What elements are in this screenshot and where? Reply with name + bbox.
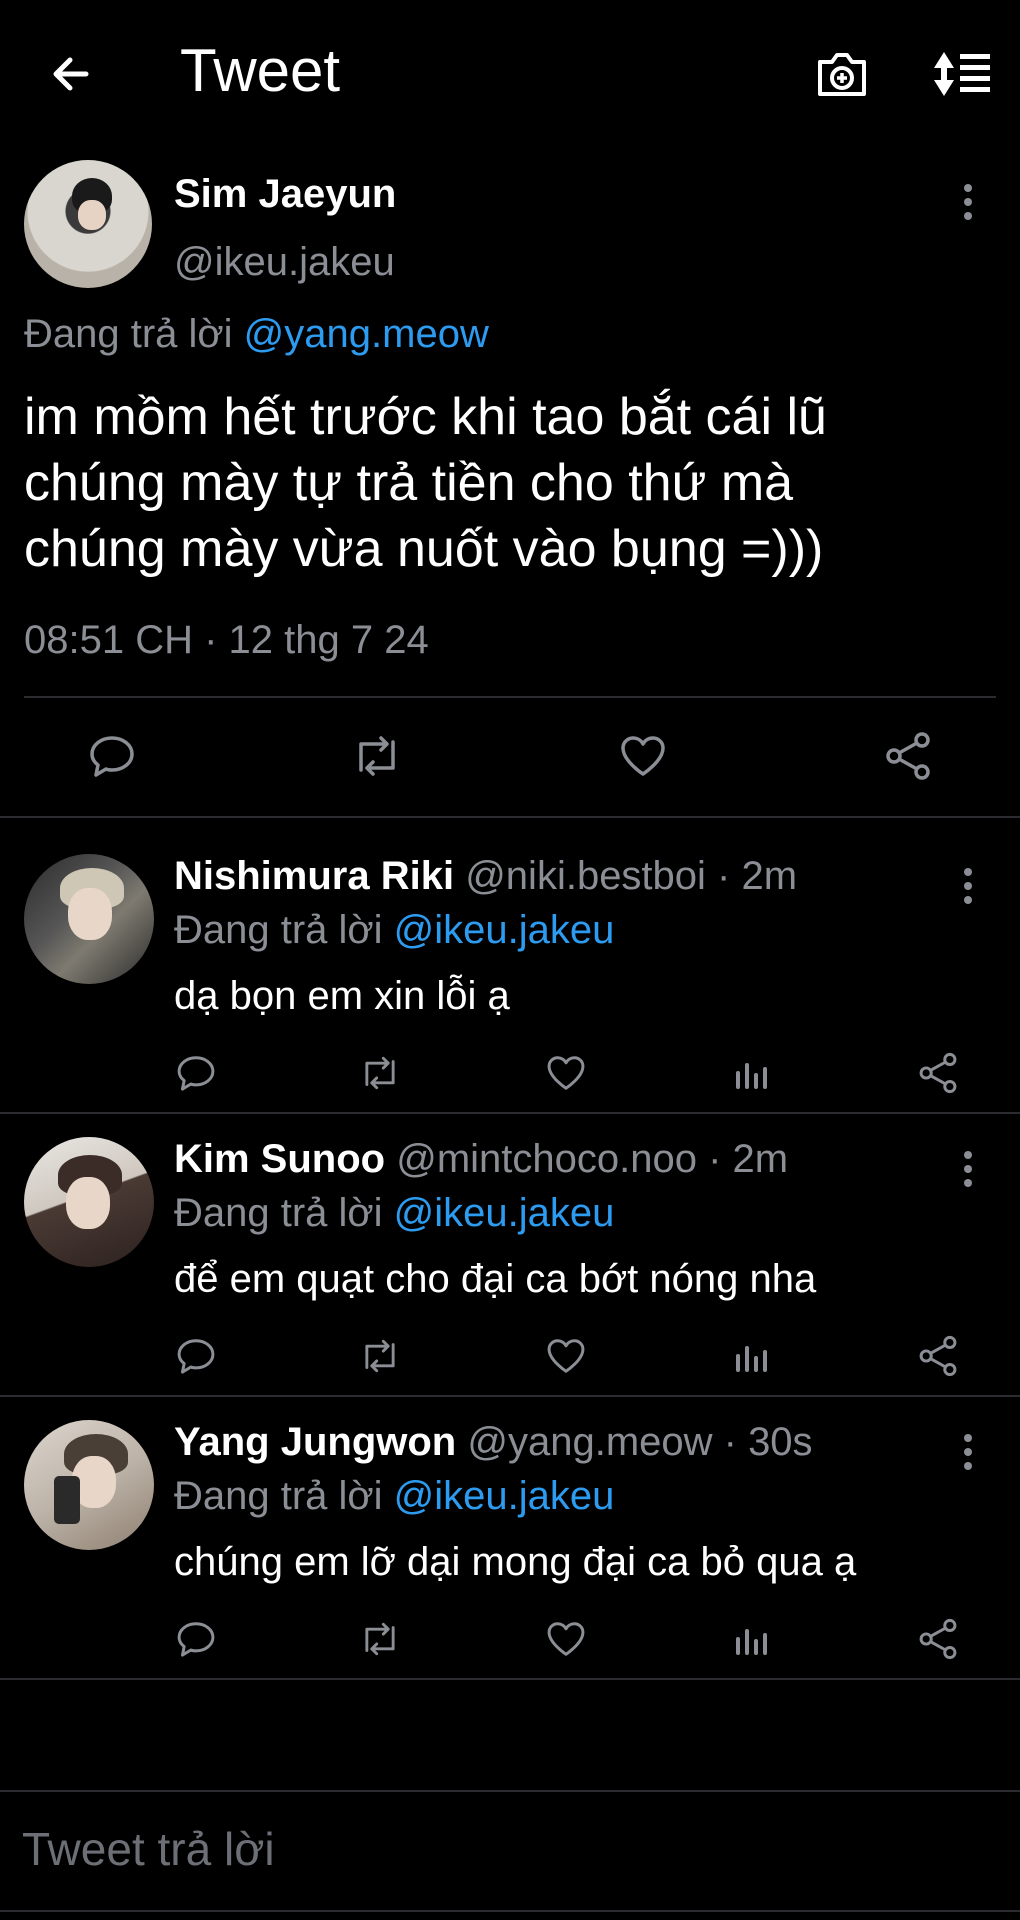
reply-header: Yang Jungwon @yang.meow · 30s <box>174 1420 813 1465</box>
tweet-page: Tweet Sim Jaeyun @ikeu.jakeu Đang trả lờ… <box>0 0 1020 1920</box>
camera-button[interactable] <box>810 42 874 106</box>
author-name[interactable]: Yang Jungwon <box>174 1420 456 1464</box>
bar-chart-icon <box>736 1063 767 1089</box>
stats-button[interactable] <box>728 1332 776 1380</box>
mention-link[interactable]: @ikeu.jakeu <box>394 1191 615 1235</box>
replying-to-line: Đang trả lời @yang.meow <box>24 312 489 357</box>
reply-button[interactable] <box>172 1332 220 1380</box>
handle-time: @niki.bestboi · 2m <box>465 854 798 898</box>
retweet-icon <box>365 1056 395 1090</box>
author-name[interactable]: Kim Sunoo <box>174 1137 385 1181</box>
retweet-button[interactable] <box>356 1615 404 1663</box>
heart-icon <box>621 736 665 776</box>
arrow-left-icon <box>53 57 89 91</box>
tweet-text-line: im mồm hết trước khi tao bắt cái lũ <box>24 388 827 446</box>
tweet-text: im mồm hết trước khi tao bắt cái lũ chún… <box>24 384 994 582</box>
reply-button[interactable] <box>84 728 140 784</box>
replying-to-line: Đang trả lời @ikeu.jakeu <box>174 908 614 953</box>
more-button[interactable] <box>950 178 986 226</box>
back-button[interactable] <box>38 42 102 106</box>
like-button[interactable] <box>615 728 671 784</box>
reply-icon <box>177 1056 215 1091</box>
avatar[interactable] <box>24 1137 154 1267</box>
reply-icon <box>90 736 134 777</box>
retweet-icon <box>365 1339 395 1373</box>
mention-link[interactable]: @ikeu.jakeu <box>394 908 615 952</box>
retweet-button[interactable] <box>349 728 405 784</box>
tweet-text-line: chúng mày tự trả tiền cho thứ mà <box>24 454 794 512</box>
page-title: Tweet <box>180 37 341 104</box>
reply-icon <box>177 1622 215 1657</box>
reply-button[interactable] <box>172 1049 220 1097</box>
author-name[interactable]: Nishimura Riki <box>174 854 454 898</box>
bar-chart-icon <box>736 1629 767 1655</box>
retweet-icon <box>365 1622 395 1656</box>
mention-link[interactable]: @yang.meow <box>244 312 489 356</box>
more-vertical-icon <box>964 184 972 220</box>
more-vertical-icon <box>964 1151 972 1187</box>
sort-button[interactable] <box>922 42 1002 106</box>
camera-plus-icon <box>818 53 866 96</box>
more-vertical-icon <box>964 868 972 904</box>
retweet-icon <box>359 736 395 776</box>
heart-icon <box>547 1622 585 1656</box>
replying-prefix: Đang trả lời <box>174 1474 383 1518</box>
mention-link[interactable]: @ikeu.jakeu <box>394 1474 615 1518</box>
bar-chart-icon <box>736 1346 767 1372</box>
heart-icon <box>547 1056 585 1090</box>
heart-icon <box>547 1339 585 1373</box>
replying-prefix: Đang trả lời <box>174 1191 383 1235</box>
sort-icon <box>934 52 990 96</box>
replying-prefix: Đang trả lời <box>24 312 233 356</box>
divider <box>0 1395 1020 1397</box>
divider <box>24 696 996 698</box>
reply-button[interactable] <box>172 1615 220 1663</box>
avatar[interactable] <box>24 160 152 288</box>
like-button[interactable] <box>542 1049 590 1097</box>
like-button[interactable] <box>542 1615 590 1663</box>
more-button[interactable] <box>950 862 986 910</box>
like-button[interactable] <box>542 1332 590 1380</box>
share-button[interactable] <box>880 728 936 784</box>
divider <box>0 1790 1020 1792</box>
reply-text: để em quạt cho đại ca bớt nóng nha <box>174 1257 817 1301</box>
reply-composer-input[interactable]: Tweet trả lời <box>22 1822 275 1876</box>
handle-time: @yang.meow · 30s <box>467 1420 813 1464</box>
divider <box>0 1678 1020 1680</box>
divider <box>0 1910 1020 1912</box>
stats-button[interactable] <box>728 1049 776 1097</box>
reply-text: chúng em lỡ dại mong đại ca bỏ qua ạ <box>174 1540 857 1584</box>
share-button[interactable] <box>914 1049 962 1097</box>
author-handle[interactable]: @ikeu.jakeu <box>174 240 395 285</box>
divider <box>0 1112 1020 1114</box>
replying-prefix: Đang trả lời <box>174 908 383 952</box>
avatar[interactable] <box>24 854 154 984</box>
replying-to-line: Đang trả lời @ikeu.jakeu <box>174 1191 614 1236</box>
share-icon <box>886 732 930 780</box>
tweet-text-line: chúng mày vừa nuốt vào bụng =))) <box>24 520 824 578</box>
stats-button[interactable] <box>728 1615 776 1663</box>
share-icon <box>919 1618 957 1660</box>
retweet-button[interactable] <box>356 1049 404 1097</box>
tweet-timestamp: 08:51 CH · 12 thg 7 24 <box>24 618 429 662</box>
more-button[interactable] <box>950 1145 986 1193</box>
reply-text: dạ bọn em xin lỗi ạ <box>174 974 510 1018</box>
reply-header: Kim Sunoo @mintchoco.noo · 2m <box>174 1137 788 1182</box>
share-icon <box>919 1335 957 1377</box>
handle-time: @mintchoco.noo · 2m <box>396 1137 789 1181</box>
divider <box>0 816 1020 818</box>
reply-header: Nishimura Riki @niki.bestboi · 2m <box>174 854 797 899</box>
avatar[interactable] <box>24 1420 154 1550</box>
more-button[interactable] <box>950 1428 986 1476</box>
top-bar: Tweet <box>0 0 1020 140</box>
share-button[interactable] <box>914 1332 962 1380</box>
retweet-button[interactable] <box>356 1332 404 1380</box>
share-button[interactable] <box>914 1615 962 1663</box>
reply-icon <box>177 1339 215 1374</box>
more-vertical-icon <box>964 1434 972 1470</box>
replying-to-line: Đang trả lời @ikeu.jakeu <box>174 1474 614 1519</box>
author-name[interactable]: Sim Jaeyun <box>174 172 396 217</box>
share-icon <box>919 1052 957 1094</box>
